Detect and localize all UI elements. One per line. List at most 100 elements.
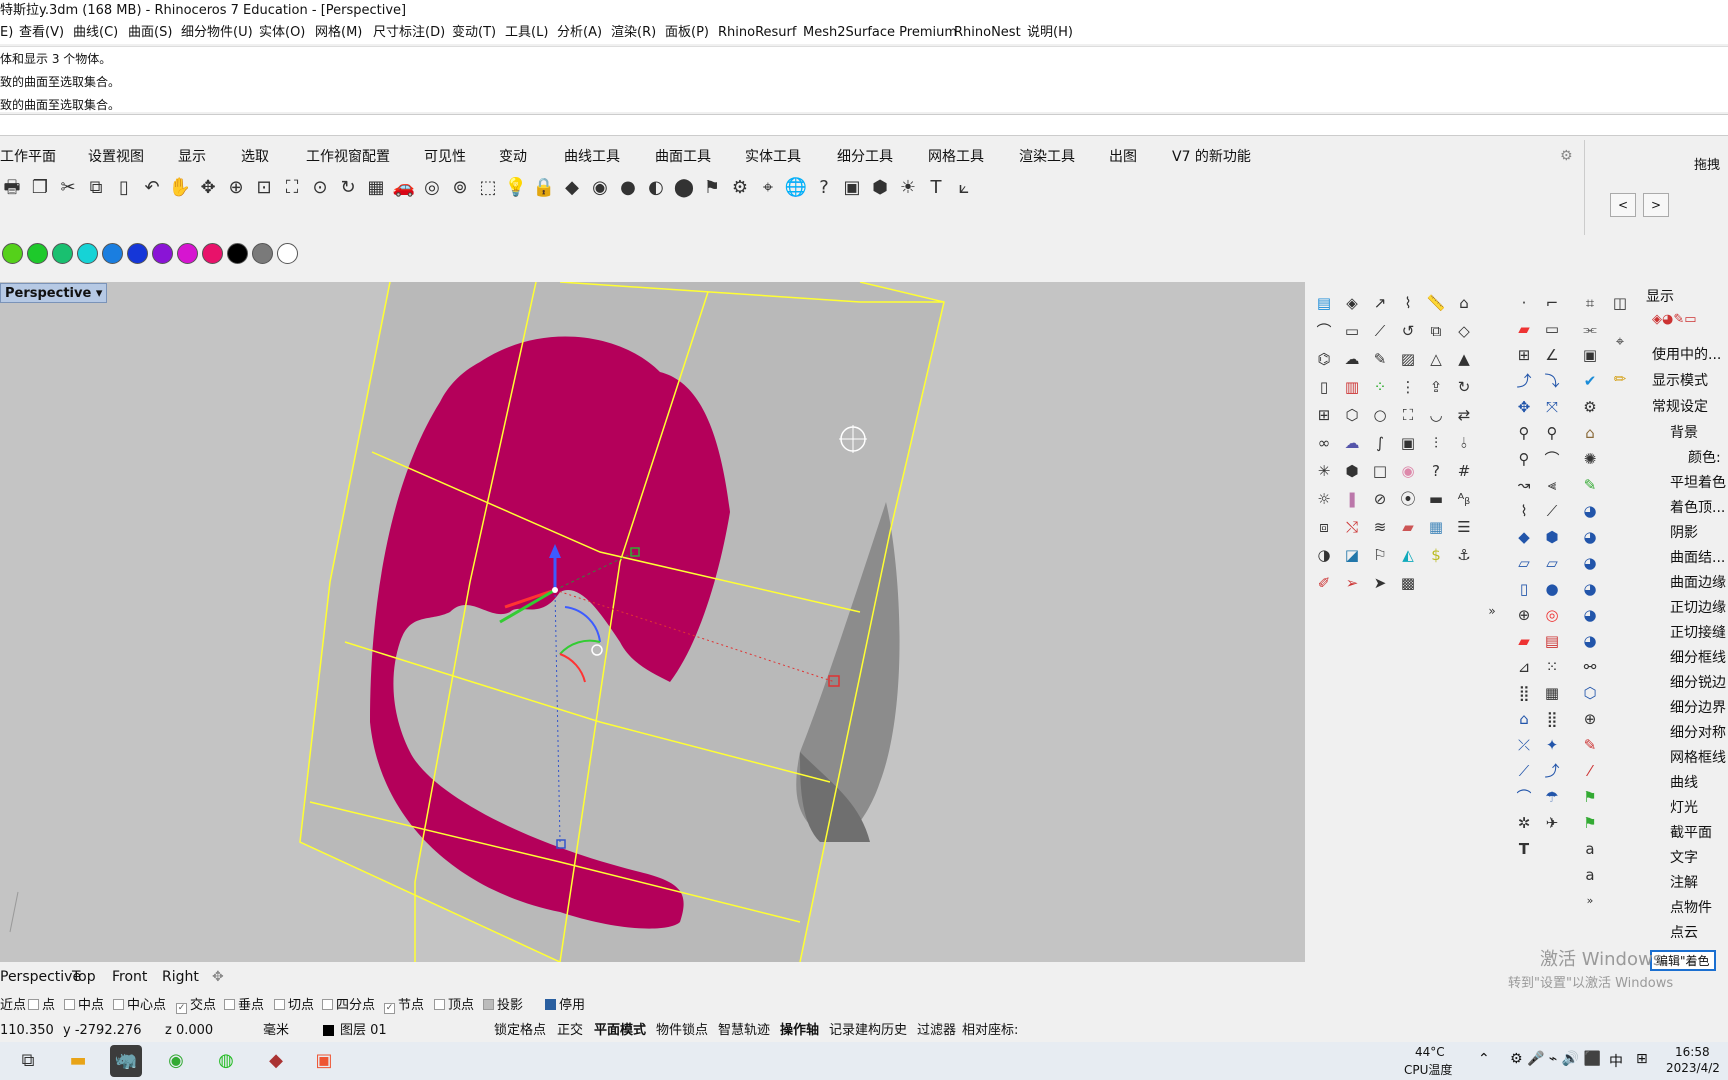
display-item[interactable]: 着色顶...: [1670, 497, 1725, 517]
sphere-icon[interactable]: ●: [1541, 578, 1563, 600]
speech-icon[interactable]: ☁: [1341, 348, 1363, 370]
pen2-icon[interactable]: ⁄: [1579, 760, 1601, 782]
grid-icon[interactable]: ⣿: [1513, 682, 1535, 704]
tab-solid-tools[interactable]: 实体工具: [745, 145, 801, 169]
sun-icon[interactable]: ☀: [896, 176, 920, 200]
figure3-icon[interactable]: ⚲: [1513, 448, 1535, 470]
command-input[interactable]: [0, 114, 1728, 136]
color-swatch[interactable]: [127, 243, 148, 264]
osnap-vertex[interactable]: 顶点: [434, 994, 474, 1018]
osnap-checkbox[interactable]: [113, 999, 124, 1010]
color-swatch[interactable]: [152, 243, 173, 264]
osnap-center[interactable]: 中心点: [113, 994, 166, 1018]
menu-panels[interactable]: 面板(P): [665, 22, 709, 44]
cut-icon[interactable]: ✂: [56, 176, 80, 200]
tab-transform[interactable]: 变动: [499, 145, 527, 169]
popcorn-icon[interactable]: ▥: [1341, 376, 1363, 398]
color-swatch[interactable]: [27, 243, 48, 264]
color-swatch[interactable]: [77, 243, 98, 264]
toggle-smarttrack[interactable]: 智慧轨迹: [718, 1020, 770, 1042]
layer-label[interactable]: 图层 01: [340, 1020, 387, 1042]
color-swatch[interactable]: [252, 243, 273, 264]
tab-v7-new[interactable]: V7 的新功能: [1172, 145, 1251, 169]
copy-icon[interactable]: ⧉: [84, 176, 108, 200]
display-item[interactable]: 细分边界: [1670, 697, 1726, 717]
color-swatch[interactable]: [277, 243, 298, 264]
shaded-sphere-icon[interactable]: ●: [616, 176, 640, 200]
tab-viewport-layout[interactable]: 工作视窗配置: [306, 145, 390, 169]
paste-icon[interactable]: ▯: [112, 176, 136, 200]
gumball-center[interactable]: [552, 587, 558, 593]
ruler-icon[interactable]: 📏: [1425, 292, 1447, 314]
check-icon[interactable]: ✔: [1579, 370, 1601, 392]
mountain-icon[interactable]: ▲: [1453, 348, 1475, 370]
lock-icon[interactable]: 🔒: [532, 176, 556, 200]
upload-icon[interactable]: ⇪: [1425, 376, 1447, 398]
cloud-icon[interactable]: ☁: [1341, 432, 1363, 454]
color-swatch[interactable]: [202, 243, 223, 264]
panel-tab-icon[interactable]: ◫: [1609, 292, 1631, 314]
text-a-icon[interactable]: a: [1579, 838, 1601, 860]
thermometer-icon[interactable]: ⫶: [1425, 432, 1447, 454]
umbrella-icon[interactable]: ☂: [1541, 786, 1563, 808]
edit-icon[interactable]: ✐: [1313, 572, 1335, 594]
globe3-icon[interactable]: ⊕: [1579, 708, 1601, 730]
save-icon[interactable]: ▣: [1579, 344, 1601, 366]
cursor-arrow-icon[interactable]: ➤: [1369, 572, 1391, 594]
chevron-up-icon[interactable]: ⌃: [1478, 1051, 1490, 1067]
office-icon[interactable]: ▣: [308, 1045, 340, 1077]
doc-check-icon[interactable]: ✎: [1579, 474, 1601, 496]
display-item[interactable]: 网格框线: [1670, 747, 1726, 767]
display-item[interactable]: 点物件: [1670, 897, 1712, 917]
clock-time[interactable]: 16:58: [1675, 1045, 1710, 1059]
viewport-label[interactable]: Perspective ▾: [0, 283, 108, 303]
nodes-icon[interactable]: ⫷: [1541, 474, 1563, 496]
layer-color-swatch[interactable]: [323, 1025, 334, 1036]
menu-rhinoresurf[interactable]: RhinoResurf: [718, 22, 796, 44]
snap-icon[interactable]: ⌖: [756, 176, 780, 200]
slice2-icon[interactable]: ⤴: [1541, 760, 1563, 782]
perspective-viewport[interactable]: [0, 282, 1305, 962]
chevron-down-icon[interactable]: ▾: [96, 286, 103, 301]
rhino-icon[interactable]: 🦏: [110, 1045, 142, 1077]
osnap-perpendicular[interactable]: 垂点: [224, 994, 264, 1018]
box-icon[interactable]: ◇: [1453, 320, 1475, 342]
arc2-icon[interactable]: ⌒: [1541, 448, 1563, 470]
matrix-icon[interactable]: ⣿: [1541, 708, 1563, 730]
osnap-quadrant[interactable]: 四分点: [322, 994, 375, 1018]
display-item[interactable]: 点云: [1670, 922, 1698, 942]
cube-solid-icon[interactable]: ⬢: [1541, 526, 1563, 548]
page-icon[interactable]: ❐: [28, 176, 52, 200]
ime-indicator[interactable]: 中: [1609, 1051, 1623, 1071]
display-item[interactable]: 注解: [1670, 872, 1698, 892]
menu-curve[interactable]: 曲线(C): [73, 22, 118, 44]
bowl-icon[interactable]: ◡: [1425, 404, 1447, 426]
hash-icon[interactable]: #: [1453, 460, 1475, 482]
point-icon[interactable]: ·: [1513, 292, 1535, 314]
scale-icon[interactable]: ⤧: [1541, 396, 1563, 418]
osnap-tangent[interactable]: 切点: [274, 994, 314, 1018]
osnap-project[interactable]: 投影: [483, 994, 523, 1018]
toggle-grid-snap[interactable]: 锁定格点: [494, 1020, 546, 1042]
shuffle-icon[interactable]: ⤭: [1341, 516, 1363, 538]
color-wheel-icon[interactable]: ◉: [1397, 460, 1419, 482]
robot-icon[interactable]: ⊞: [1513, 344, 1535, 366]
pen-icon[interactable]: ✎: [1579, 734, 1601, 756]
image-icon[interactable]: ▭: [1341, 320, 1363, 342]
sphere-wrench6-icon[interactable]: ◕: [1579, 630, 1601, 652]
osnap-checkbox[interactable]: [274, 999, 285, 1010]
sheet2-icon[interactable]: ▤: [1541, 630, 1563, 652]
globe2-icon[interactable]: ⊕: [1513, 604, 1535, 626]
zoom-window-icon[interactable]: ⊡: [252, 176, 276, 200]
chat-icon[interactable]: ▤: [1313, 292, 1335, 314]
browser-icon[interactable]: ◉: [160, 1045, 192, 1077]
tab-right[interactable]: Right: [162, 965, 199, 989]
snowflake-icon[interactable]: ✲: [1513, 812, 1535, 834]
curve-icon[interactable]: ↺: [1397, 320, 1419, 342]
pan-icon[interactable]: ✋: [168, 176, 192, 200]
dots-icon[interactable]: ⁙: [1541, 656, 1563, 678]
menu-edit[interactable]: E): [0, 22, 13, 44]
clip-icon[interactable]: ⌇: [1397, 292, 1419, 314]
binoculars-icon[interactable]: ⚯: [1579, 656, 1601, 678]
pencil-icon[interactable]: ✎: [1369, 348, 1391, 370]
